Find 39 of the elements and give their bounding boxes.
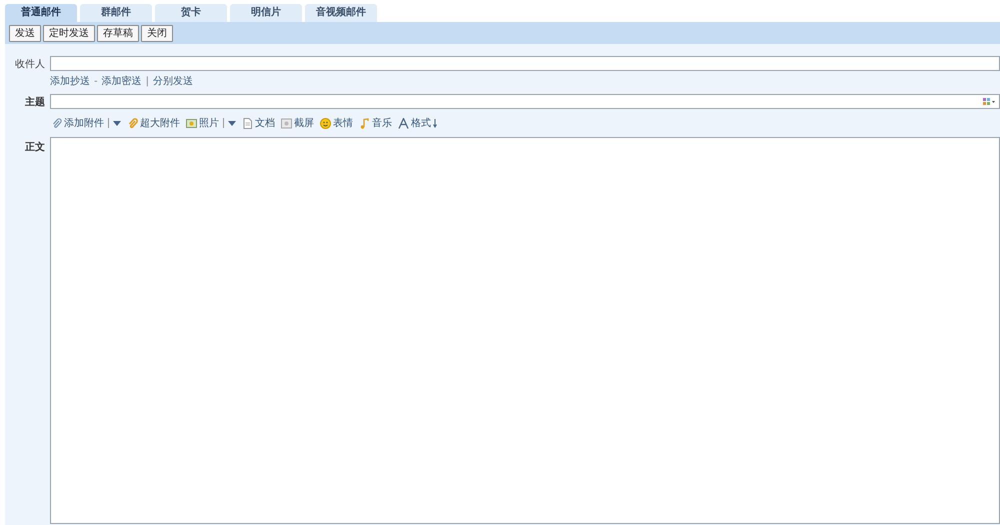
field-label: 正文 [24,140,46,154]
tool-button[interactable]: 超大附件 [127,116,180,130]
toolbar-button[interactable]: 发送 [9,24,41,42]
field-label: 主题 [24,95,46,108]
field-label: 收件人 [14,58,46,70]
tool-button[interactable]: 添加附件 [51,116,121,130]
toolbar-button[interactable]: 关闭 [141,24,173,42]
document-icon[interactable] [242,118,253,128]
caret-icon[interactable] [113,120,121,126]
grid-icon[interactable] [983,98,995,105]
toolbar-button[interactable]: 定时发送 [43,24,95,42]
link[interactable]: 分别发送 [152,74,193,88]
recipient-field[interactable] [50,56,1000,71]
tool-button[interactable]: 格式 [398,116,437,130]
toolbar-button[interactable]: 存草稿 [97,24,139,42]
separator: - [94,76,98,86]
subject-field[interactable] [50,94,1000,109]
tab[interactable]: 明信片 [230,4,302,22]
picture-icon[interactable] [186,118,197,128]
tab[interactable]: 贺卡 [155,4,227,22]
smiley-icon[interactable] [320,118,331,128]
caret-icon[interactable] [228,120,236,126]
link[interactable]: 添加密送 [102,74,142,88]
paperclip-icon[interactable] [51,118,62,128]
tool-button[interactable]: 音乐 [359,116,392,130]
tool-button[interactable]: 表情 [320,116,353,130]
tool-button[interactable]: 截屏 [281,116,314,130]
tool-button[interactable]: 照片 [186,116,236,130]
tab[interactable]: 普通邮件 [5,4,77,22]
screenshot-icon[interactable] [281,118,292,128]
tab[interactable]: 音视频邮件 [305,4,377,22]
separator: | [146,76,149,86]
paperclip-icon[interactable] [127,118,138,128]
letter-a-icon[interactable] [398,118,409,128]
music-note-icon[interactable] [359,118,370,128]
tab[interactable]: 群邮件 [80,4,152,22]
tool-button[interactable]: 文档 [242,116,275,130]
arrow-down-icon[interactable] [433,118,437,128]
link[interactable]: 添加抄送 [50,74,90,88]
